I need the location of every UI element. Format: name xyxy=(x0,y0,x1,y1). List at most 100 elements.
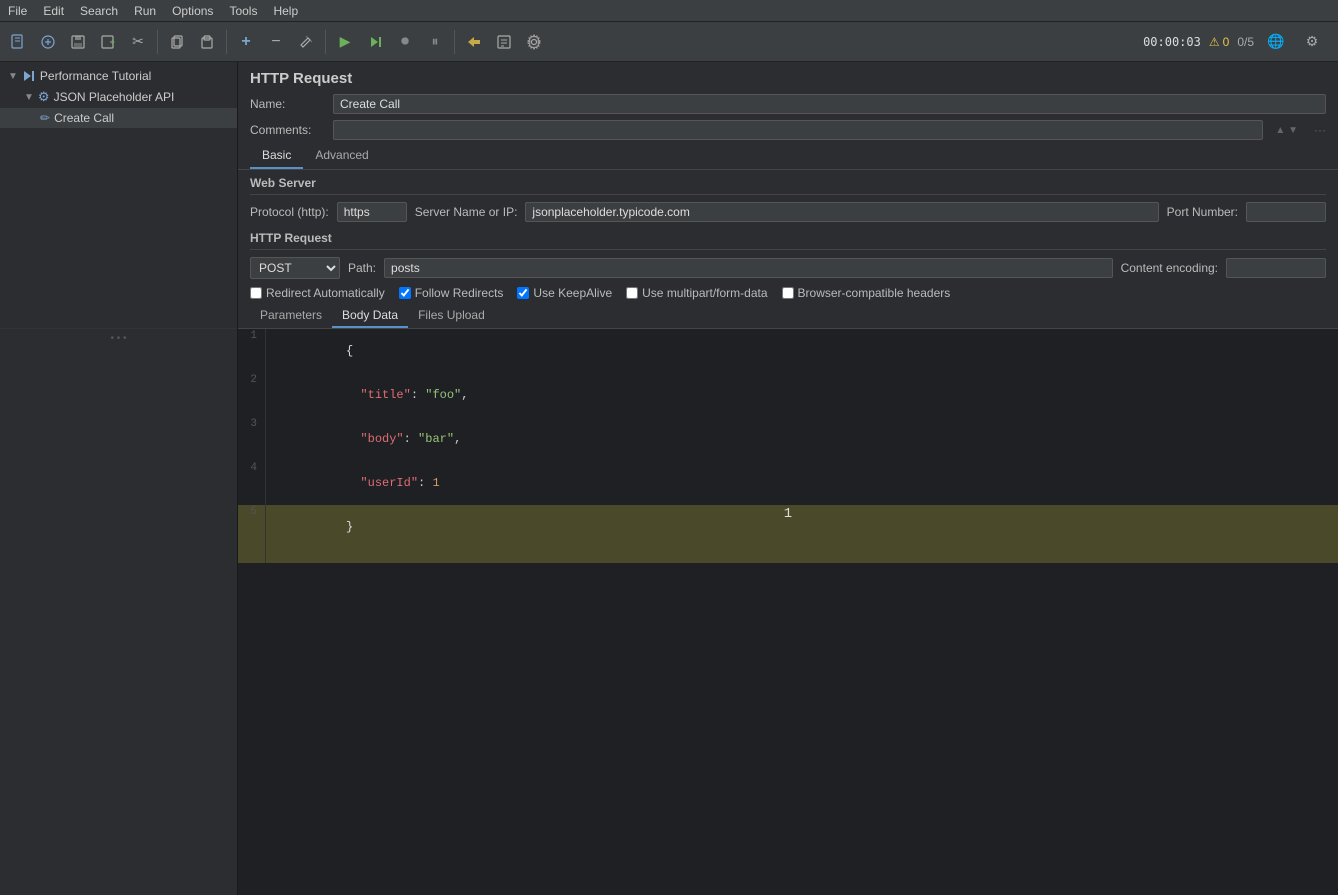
toolbar-export-btn[interactable] xyxy=(460,28,488,56)
code-editor[interactable]: 1 { 2 "title": "foo", 3 "body": "bar", xyxy=(238,329,1338,895)
toolbar-play-btn[interactable]: ▶ xyxy=(331,28,359,56)
menu-tools[interactable]: Tools xyxy=(221,2,265,20)
toolbar-timer-area: 00:00:03 ⚠ 0 0/5 🌐 ⚙ xyxy=(1143,28,1334,56)
line-content-4: "userId": 1 xyxy=(266,461,1338,505)
code-line-1: 1 { xyxy=(238,329,1338,373)
use-keepalive-label: Use KeepAlive xyxy=(533,286,612,300)
tab-basic[interactable]: Basic xyxy=(250,143,303,169)
sidebar: ▼ Performance Tutorial ▼ ⚙ JSON Placehol… xyxy=(0,62,238,895)
warning-icon: ⚠ xyxy=(1209,35,1220,49)
main-tabs-row: Basic Advanced xyxy=(238,143,1338,170)
expand-arrow-icon-2: ▼ xyxy=(24,92,34,103)
web-server-section-header: Web Server xyxy=(238,170,1338,192)
main-area: ▼ Performance Tutorial ▼ ⚙ JSON Placehol… xyxy=(0,62,1338,895)
toolbar-edit-btn[interactable] xyxy=(292,28,320,56)
server-name-label: Server Name or IP: xyxy=(415,205,518,219)
use-keepalive-checkbox[interactable]: Use KeepAlive xyxy=(517,286,612,300)
line-number-5: 5 xyxy=(238,505,266,563)
warning-count: 0 xyxy=(1223,35,1230,49)
toolbar-globe-btn[interactable]: 🌐 xyxy=(1262,28,1290,56)
menu-options[interactable]: Options xyxy=(164,2,221,20)
follow-redirects-checkbox[interactable]: Follow Redirects xyxy=(399,286,504,300)
path-label: Path: xyxy=(348,261,376,275)
follow-redirects-input[interactable] xyxy=(399,287,411,299)
code-line-5: 5 } 1 xyxy=(238,505,1338,563)
line-content-1: { xyxy=(266,329,1338,373)
toolbar-new-btn[interactable] xyxy=(4,28,32,56)
tab-advanced[interactable]: Advanced xyxy=(303,143,380,169)
menu-bar: File Edit Search Run Options Tools Help xyxy=(0,0,1338,22)
line-number-2: 2 xyxy=(238,373,266,417)
tab-files-upload[interactable]: Files Upload xyxy=(408,304,495,328)
use-multipart-input[interactable] xyxy=(626,287,638,299)
sidebar-item-performance-tutorial[interactable]: ▼ Performance Tutorial xyxy=(0,66,237,86)
toolbar-open-btn[interactable] xyxy=(34,28,62,56)
toolbar-config-btn[interactable]: ⚙ xyxy=(1298,28,1326,56)
content-encoding-input[interactable] xyxy=(1226,258,1326,278)
gear-icon: ⚙ xyxy=(38,89,50,105)
port-input[interactable] xyxy=(1246,202,1326,222)
tab-body-data[interactable]: Body Data xyxy=(332,304,408,328)
expand-dots[interactable]: ··· xyxy=(1314,123,1326,137)
use-multipart-checkbox[interactable]: Use multipart/form-data xyxy=(626,286,767,300)
name-input[interactable] xyxy=(333,94,1326,114)
menu-run[interactable]: Run xyxy=(126,2,164,20)
toolbar-settings-btn[interactable] xyxy=(520,28,548,56)
toolbar-paste-btn[interactable] xyxy=(193,28,221,56)
protocol-label: Protocol (http): xyxy=(250,205,329,219)
toolbar-remove-btn[interactable]: − xyxy=(262,28,290,56)
http-request-divider xyxy=(250,249,1326,250)
line-content-2: "title": "foo", xyxy=(266,373,1338,417)
http-request-section-header: HTTP Request xyxy=(238,225,1338,247)
tab-parameters[interactable]: Parameters xyxy=(250,304,332,328)
toolbar-add-btn[interactable]: + xyxy=(232,28,260,56)
use-keepalive-input[interactable] xyxy=(517,287,529,299)
line-number-3: 3 xyxy=(238,417,266,461)
browser-compatible-checkbox[interactable]: Browser-compatible headers xyxy=(782,286,951,300)
sidebar-item-json-api[interactable]: ▼ ⚙ JSON Placeholder API xyxy=(0,86,237,108)
timer-display: 00:00:03 xyxy=(1143,35,1201,49)
redirect-automatically-label: Redirect Automatically xyxy=(266,286,385,300)
toolbar-sep-2 xyxy=(226,30,227,54)
line-number-4: 4 xyxy=(238,461,266,505)
toolbar-copy-btn[interactable] xyxy=(163,28,191,56)
toolbar-record-btn[interactable]: ⏺ xyxy=(391,28,419,56)
toolbar-pause-btn[interactable]: ⏸ xyxy=(421,28,449,56)
sidebar-item-create-call[interactable]: ✏ Create Call xyxy=(0,108,237,128)
line-indicator: 1 xyxy=(784,505,792,522)
menu-search[interactable]: Search xyxy=(72,2,126,20)
menu-edit[interactable]: Edit xyxy=(35,2,72,20)
follow-redirects-label: Follow Redirects xyxy=(415,286,504,300)
toolbar-sep-1 xyxy=(157,30,158,54)
method-select[interactable]: POST GET PUT DELETE PATCH xyxy=(250,257,340,279)
toolbar-step-btn[interactable] xyxy=(361,28,389,56)
toolbar-save-as-btn[interactable] xyxy=(94,28,122,56)
port-label: Port Number: xyxy=(1167,205,1238,219)
code-line-3: 3 "body": "bar", xyxy=(238,417,1338,461)
browser-compatible-input[interactable] xyxy=(782,287,794,299)
comments-input[interactable] xyxy=(333,120,1263,140)
toolbar: ✂ + − ▶ ⏺ ⏸ 00:00:03 ⚠ 0 0/5 🌐 ⚙ xyxy=(0,22,1338,62)
toolbar-cut-btn[interactable]: ✂ xyxy=(124,28,152,56)
menu-help[interactable]: Help xyxy=(265,2,306,20)
toolbar-save-btn[interactable] xyxy=(64,28,92,56)
protocol-input[interactable] xyxy=(337,202,407,222)
code-line-4: 4 "userId": 1 xyxy=(238,461,1338,505)
expand-arrows[interactable]: ▲ ▼ xyxy=(1275,125,1298,136)
menu-file[interactable]: File xyxy=(0,2,35,20)
comments-row: Comments: ▲ ▼ ··· xyxy=(238,117,1338,143)
redirect-automatically-checkbox[interactable]: Redirect Automatically xyxy=(250,286,385,300)
redirect-automatically-input[interactable] xyxy=(250,287,262,299)
checkboxes-row: Redirect Automatically Follow Redirects … xyxy=(238,282,1338,304)
sidebar-label-json-api: JSON Placeholder API xyxy=(54,90,175,104)
toolbar-report-btn[interactable] xyxy=(490,28,518,56)
sidebar-resize-handle[interactable]: • • • xyxy=(0,328,237,348)
path-input[interactable] xyxy=(384,258,1113,278)
comments-label: Comments: xyxy=(250,123,325,137)
code-line-2: 2 "title": "foo", xyxy=(238,373,1338,417)
line-content-5: } 1 xyxy=(266,505,1338,563)
name-row: Name: xyxy=(238,91,1338,117)
performance-icon xyxy=(22,69,36,83)
toolbar-sep-3 xyxy=(325,30,326,54)
server-name-input[interactable] xyxy=(525,202,1158,222)
